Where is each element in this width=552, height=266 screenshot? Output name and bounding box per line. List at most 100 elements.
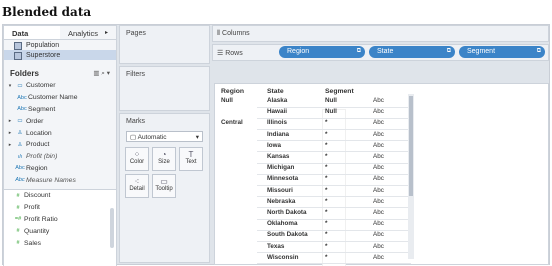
field-profit[interactable]: # Profit [4, 202, 116, 214]
expand-icon[interactable]: ▾ [6, 83, 14, 89]
row-value-cell: Abc [373, 253, 384, 261]
columns-label: Columns [222, 30, 250, 37]
row-value-cell: Abc [373, 130, 384, 138]
text-icon: T [188, 150, 194, 159]
string-type-icon: Abc [17, 106, 27, 113]
field-label: Customer Name [28, 94, 78, 102]
expand-icon[interactable]: ▸ [6, 130, 14, 136]
tab-data-label: Data [12, 29, 29, 38]
color-button[interactable]: ⁘ Color [125, 147, 149, 171]
filters-shelf[interactable]: Filters [119, 66, 210, 111]
view-toggle-icon[interactable]: ▥ [93, 70, 99, 77]
color-label: Color [129, 159, 145, 165]
field-label: Profit Ratio [24, 215, 58, 223]
row-value-cell: Abc [373, 97, 384, 104]
rows-shelf[interactable]: ☰ Rows Region ⧉ State ⧉ Segment ⧉ [212, 44, 549, 61]
field-order-folder[interactable]: ▸ ▭ Order [6, 115, 116, 127]
search-icon[interactable]: ⌕ [101, 70, 105, 77]
rows-icon: ☰ [217, 50, 224, 57]
pill-menu-icon[interactable]: ⧉ [447, 48, 451, 55]
marks-label: Marks [126, 118, 146, 125]
field-customer-folder[interactable]: ▾ ▭ Customer [6, 80, 116, 92]
datasource-label: Superstore [26, 52, 61, 59]
pages-shelf[interactable]: Pages [119, 25, 210, 64]
row-divider [257, 263, 411, 265]
field-profit-bin[interactable]: ılı Profit (bin) [6, 151, 116, 163]
field-product[interactable]: ▸ ♙ Product [6, 139, 116, 151]
tab-data[interactable]: Data [4, 26, 60, 39]
field-location[interactable]: ▸ ♙ Location [6, 127, 116, 139]
header-state: State [267, 88, 284, 95]
pill-menu-icon[interactable]: ⧉ [537, 48, 541, 55]
folders-header: Folders ▥ ⌕ ▾ [4, 68, 116, 80]
field-region[interactable]: Abc Region [6, 163, 116, 175]
string-type-icon: Abc [17, 94, 27, 101]
row-segment-cell: * [325, 242, 328, 250]
field-customer-name[interactable]: Abc Customer Name [6, 92, 116, 104]
row-segment-cell: * [325, 175, 328, 183]
datasource-icon [14, 52, 22, 60]
header-region: Region [221, 88, 245, 95]
row-pill-state[interactable]: State ⧉ [369, 46, 455, 58]
measures-scrollbar[interactable] [110, 208, 114, 248]
tab-analytics[interactable]: Analytics ▸ [60, 26, 116, 39]
row-state-cell: Michigan [267, 164, 295, 172]
tooltip-icon: ▭ [160, 177, 168, 186]
row-segment-cell: * [325, 130, 328, 138]
tab-menu-arrow-icon[interactable]: ▸ [105, 29, 108, 36]
field-segment[interactable]: Abc Segment [6, 104, 116, 116]
hierarchy-icon: ♙ [17, 141, 23, 148]
field-measure-names[interactable]: Abc Measure Names [6, 174, 116, 186]
number-type-icon: # [16, 240, 20, 247]
row-state-cell: Wisconsin [267, 253, 299, 261]
row-pill-region[interactable]: Region ⧉ [279, 46, 365, 58]
field-sales[interactable]: # Sales [4, 237, 116, 249]
row-value-cell: Abc [373, 153, 384, 160]
detail-button[interactable]: ⁖ Detail [125, 174, 149, 198]
view-canvas: Region State Segment Null Alaska Null Abc Ha… [214, 83, 549, 266]
field-quantity[interactable]: # Quantity [4, 225, 116, 237]
field-label: Region [26, 164, 48, 172]
folders-label: Folders [10, 69, 39, 78]
row-value-cell: Abc [373, 164, 384, 172]
chevron-down-icon[interactable]: ▾ [107, 70, 110, 77]
row-segment-cell: * [325, 209, 328, 216]
tooltip-button[interactable]: ▭ Tooltip [152, 174, 176, 198]
dimensions-list: ▾ ▭ Customer Abc Customer Name Abc Segment ▸… [4, 80, 116, 186]
mark-type-select[interactable]: ▢ Automatic ▾ [126, 131, 203, 142]
row-state-cell: Alaska [267, 97, 288, 104]
field-discount[interactable]: # Discount [4, 190, 116, 202]
header-segment: Segment [325, 88, 354, 95]
text-button[interactable]: T Text [179, 147, 203, 171]
row-value-cell: Abc [373, 209, 384, 216]
row-pill-segment[interactable]: Segment ⧉ [459, 46, 545, 58]
datasource-superstore[interactable]: Superstore [4, 50, 116, 60]
expand-icon[interactable]: ▸ [6, 142, 14, 148]
row-value-cell: Abc [373, 108, 384, 116]
number-type-icon: # [16, 192, 20, 199]
row-segment-cell: * [325, 141, 328, 149]
field-profit-ratio[interactable]: =# Profit Ratio [4, 214, 116, 226]
row-segment-cell: * [325, 197, 328, 205]
row-segment-cell: * [325, 231, 328, 239]
row-value-cell: Abc [373, 220, 384, 228]
folder-icon: ▭ [17, 82, 23, 89]
row-region-cell: Central [221, 119, 243, 127]
datasource-icon [14, 42, 22, 50]
tab-analytics-label: Analytics [68, 29, 99, 38]
expand-icon[interactable]: ▸ [6, 118, 14, 124]
number-type-icon: # [16, 228, 20, 235]
row-value-cell: Abc [373, 175, 384, 183]
tooltip-label: Tooltip [155, 186, 173, 192]
row-state-cell: Oklahoma [267, 220, 298, 228]
size-button[interactable]: ◔ Size [152, 147, 176, 171]
row-value-cell: Abc [373, 186, 384, 194]
scrollbar-thumb[interactable] [409, 96, 413, 196]
detail-label: Detail [129, 186, 145, 192]
columns-shelf[interactable]: ⦀ Columns [212, 25, 549, 42]
row-state-cell: Missouri [267, 186, 293, 194]
pill-menu-icon[interactable]: ⧉ [357, 48, 361, 55]
field-label: Profit (bin) [26, 153, 58, 161]
view-scrollbar[interactable] [408, 94, 414, 259]
datasource-population[interactable]: Population [4, 40, 116, 50]
